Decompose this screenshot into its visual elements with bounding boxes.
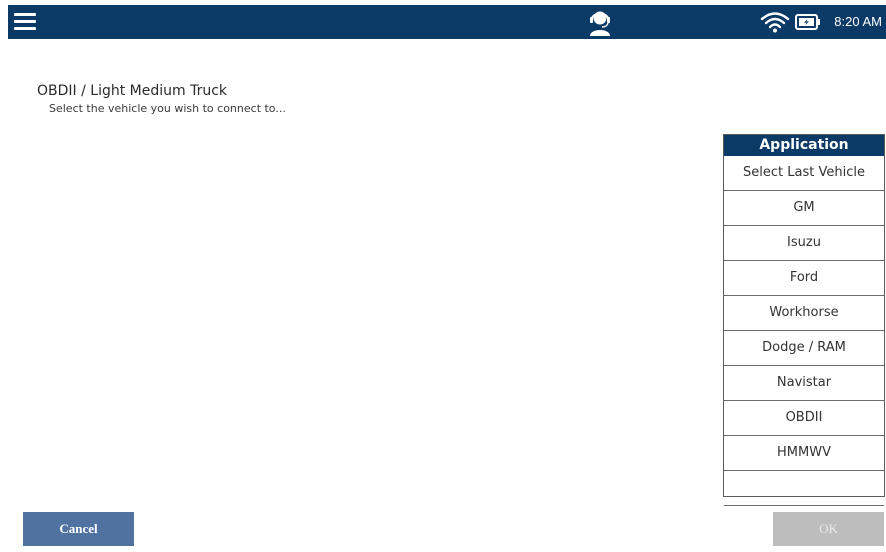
page-title: OBDII / Light Medium Truck: [37, 83, 228, 99]
application-item-obdii[interactable]: OBDII: [724, 401, 884, 436]
application-list: Application Select Last Vehicle GM Isuzu…: [723, 134, 885, 506]
application-item-workhorse[interactable]: Workhorse: [724, 296, 884, 331]
page-subtitle: Select the vehicle you wish to connect t…: [49, 102, 286, 115]
application-item-dodge-ram[interactable]: Dodge / RAM: [724, 331, 884, 366]
application-item-isuzu[interactable]: Isuzu: [724, 226, 884, 261]
application-item-navistar[interactable]: Navistar: [724, 366, 884, 401]
battery-charging-icon: [795, 14, 820, 30]
application-item-hmmwv[interactable]: HMMWV: [724, 436, 884, 471]
app-screen: 8:20 AM OBDII / Light Medium Truck Selec…: [0, 0, 886, 552]
application-list-header: Application: [724, 135, 884, 156]
application-item-ford[interactable]: Ford: [724, 261, 884, 296]
ok-button[interactable]: OK: [773, 512, 884, 546]
status-clock: 8:20 AM: [834, 14, 882, 29]
cancel-button[interactable]: Cancel: [23, 512, 134, 546]
application-item-select-last-vehicle[interactable]: Select Last Vehicle: [724, 156, 884, 191]
application-item-gm[interactable]: GM: [724, 191, 884, 226]
menu-icon[interactable]: [14, 11, 38, 33]
top-status-bar: 8:20 AM: [8, 5, 886, 39]
application-item-empty: [724, 471, 884, 506]
wifi-icon: [760, 12, 790, 33]
support-agent-icon[interactable]: [587, 8, 613, 36]
